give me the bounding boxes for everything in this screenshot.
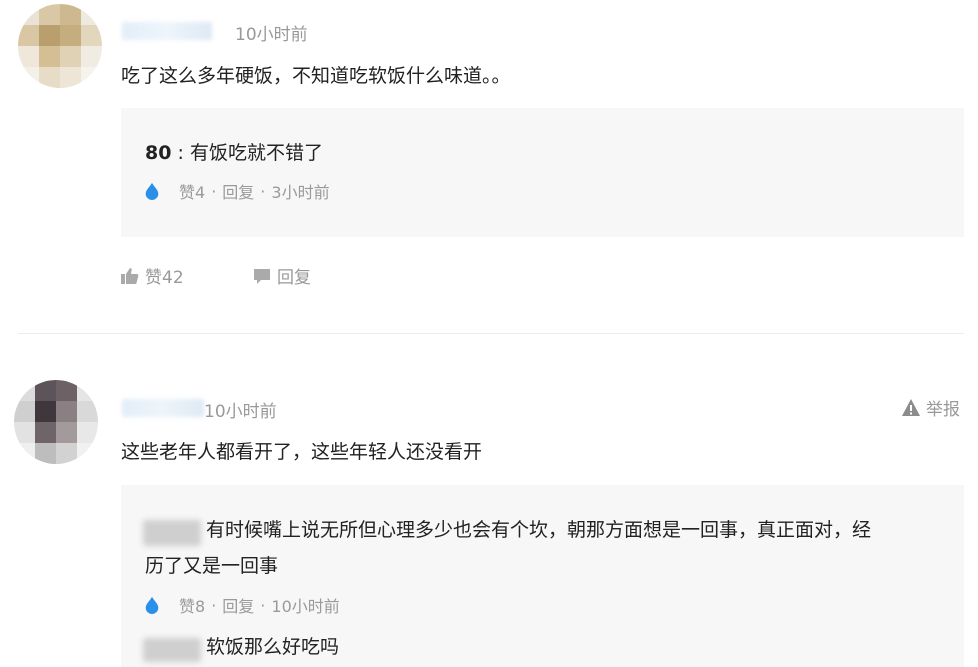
warning-triangle-icon	[902, 398, 920, 416]
reply-text: 有饭吃就不错了	[189, 142, 323, 164]
comment-text: 吃了这么多年硬饭，不知道吃软饭什么味道。。	[121, 65, 511, 87]
water-drop-icon[interactable]	[143, 182, 161, 200]
username-blurred[interactable]	[122, 399, 204, 417]
reply-text-continued: 历了又是一回事	[145, 555, 279, 577]
comment-time: 10小时前	[204, 402, 277, 422]
reply-button[interactable]: 回复	[222, 179, 254, 203]
reply-button[interactable]: 回复	[252, 263, 311, 288]
username-blurred[interactable]	[122, 22, 212, 40]
reply-author-blurred[interactable]	[143, 638, 201, 662]
reply-likes[interactable]: 赞4	[179, 179, 205, 203]
reply-likes[interactable]: 赞8	[179, 593, 205, 617]
like-count: 赞42	[145, 268, 184, 288]
reply-text: 软饭那么好吃吗	[206, 636, 340, 658]
reply-box	[121, 108, 964, 237]
reply-author[interactable]: 80	[145, 142, 171, 164]
avatar[interactable]	[14, 380, 98, 464]
reply-label: 回复	[277, 268, 311, 288]
reply-meta: 赞4 · 回复 · 3小时前	[143, 179, 330, 203]
thumbs-up-icon	[121, 267, 139, 284]
reply-item: 80 : 有饭吃就不错了	[145, 138, 323, 168]
reply-button[interactable]: 回复	[222, 593, 254, 617]
reply-text: 有时候嘴上说无所但心理多少也会有个坎，朝那方面想是一回事，真正面对，经	[206, 519, 872, 541]
dot-separator: ·	[211, 595, 217, 615]
reply-time: 3小时前	[271, 183, 330, 202]
like-button[interactable]: 赞42	[120, 263, 184, 288]
comment-time: 10小时前	[235, 25, 308, 45]
divider	[18, 333, 964, 334]
report-label: 举报	[926, 400, 960, 420]
reply-time: 10小时前	[271, 597, 340, 616]
dot-separator: ·	[260, 595, 266, 615]
dot-separator: ·	[211, 181, 217, 201]
dot-separator: ·	[260, 181, 266, 201]
reply-author-blurred[interactable]	[143, 520, 201, 546]
water-drop-icon[interactable]	[143, 596, 161, 614]
speech-bubble-icon	[254, 268, 270, 284]
reply-meta: 赞8 · 回复 · 10小时前	[143, 593, 340, 617]
avatar[interactable]	[18, 4, 102, 88]
reply-separator: :	[177, 142, 184, 164]
comment-text: 这些老年人都看开了，这些年轻人还没看开	[121, 441, 483, 463]
report-button[interactable]: 举报	[901, 395, 960, 420]
